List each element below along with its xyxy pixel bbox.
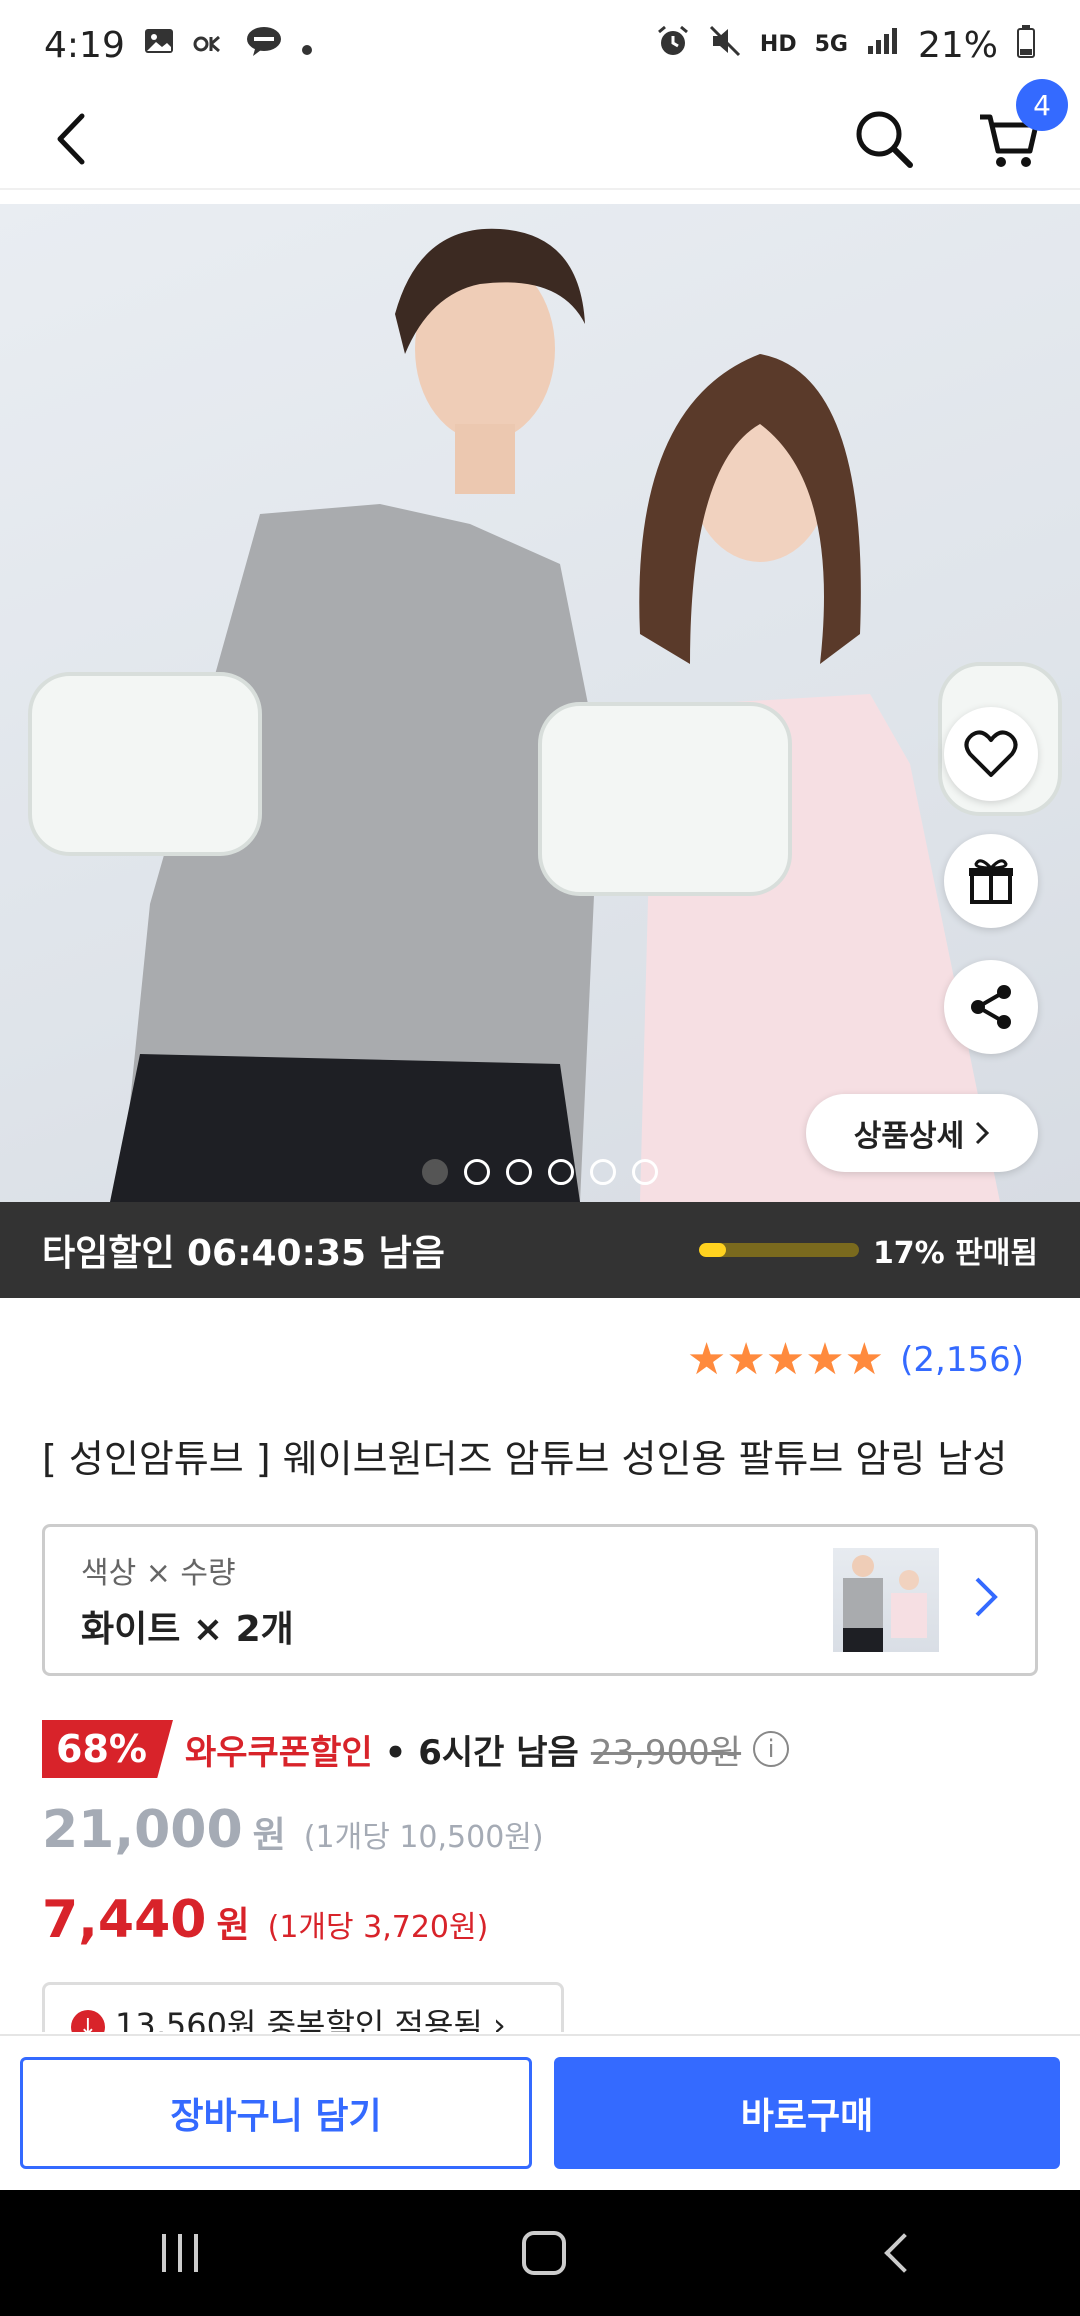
review-count[interactable]: (2,156) [900, 1340, 1024, 1380]
gallery-notification-icon [143, 25, 175, 65]
product-detail-label: 상품상세 [853, 1119, 965, 1154]
search-button[interactable] [852, 107, 916, 171]
star-icon: ★ [844, 1334, 885, 1385]
carousel-dot[interactable] [548, 1159, 574, 1185]
option-thumbnail-image [843, 1555, 927, 1652]
coupon-name: 와우쿠폰할인 [184, 1732, 373, 1773]
add-to-cart-button[interactable]: 장바구니 담기 [20, 2057, 532, 2169]
star-rating: ★★★★★ [687, 1338, 884, 1382]
final-price-unit: 원 [216, 1905, 250, 1946]
carousel-dot[interactable] [632, 1159, 658, 1185]
sale-price-unit: 원 [252, 1815, 286, 1856]
alarm-icon [656, 24, 690, 66]
search-icon [856, 111, 913, 168]
carousel-dots [0, 1159, 1080, 1185]
share-button[interactable] [944, 960, 1038, 1054]
sales-progress-bar [698, 1243, 859, 1257]
more-notifications-dot-icon [301, 26, 313, 64]
header-actions: 4 [852, 79, 1068, 171]
app-header: 4 [0, 79, 1080, 190]
chevron-right-icon [973, 1568, 999, 1633]
sale-price-row: 21,000 원 (1개당 10,500원) [42, 1800, 544, 1860]
carousel-dot[interactable] [506, 1159, 532, 1185]
signal-icon [866, 26, 900, 64]
product-photo [28, 228, 1062, 1202]
option-thumbnail [833, 1548, 939, 1652]
option-text: 색상 × 수량 화이트 × 2개 [81, 1548, 833, 1652]
back-button[interactable] [40, 107, 104, 171]
purchase-action-bar: 장바구니 담기 바로구매 [0, 2034, 1080, 2190]
battery-icon [1016, 24, 1036, 66]
product-image-carousel[interactable]: 상품상세 [0, 204, 1080, 1202]
discount-rate-badge: 68% [42, 1720, 173, 1778]
share-icon [971, 985, 1011, 1029]
heart-icon [964, 730, 1018, 777]
status-left: 4:19 [44, 25, 313, 66]
recent-apps-button[interactable] [162, 2234, 198, 2272]
hd-voice-indicator: HD [759, 32, 797, 57]
system-navigation-bar [0, 2190, 1080, 2316]
final-price-per-unit: (1개당 3,720원) [267, 1910, 489, 1945]
wishlist-button[interactable] [944, 707, 1038, 801]
time-sale-bar: 타임할인 06:40:35 남음 17% 판매됨 [0, 1202, 1080, 1298]
star-icon: ★ [765, 1334, 806, 1385]
rating-summary[interactable]: ★★★★★ (2,156) [687, 1338, 1024, 1382]
carousel-dot[interactable] [590, 1159, 616, 1185]
coupon-time-remaining: • 6시간 남음 [384, 1732, 579, 1773]
star-icon: ★ [686, 1334, 727, 1385]
chevron-left-icon [57, 113, 85, 165]
chevron-right-icon [976, 1121, 990, 1145]
info-icon[interactable]: i [753, 1731, 790, 1767]
star-icon: ★ [726, 1334, 766, 1385]
star-icon: ★ [805, 1334, 845, 1385]
clock: 4:19 [44, 24, 125, 66]
ok-cashbag-notification-icon [193, 26, 227, 64]
mute-icon [708, 24, 742, 66]
cart-count-badge: 4 [1016, 79, 1068, 131]
final-price: 7,440 [42, 1890, 207, 1950]
sales-progress: 17% 판매됨 [698, 1228, 1038, 1272]
kakaotalk-notification-icon [245, 25, 283, 65]
coupon-discount-row: 68% 와우쿠폰할인 • 6시간 남음 23,900원 i [42, 1720, 790, 1778]
duplicate-discount-text: 13,560원 중복할인 적용됨 › [115, 2006, 506, 2032]
cart-button[interactable]: 4 [976, 79, 1068, 171]
down-arrow-icon: ↓ [71, 2010, 105, 2032]
status-bar: 4:19 HD 5G 21% [0, 0, 1080, 90]
carousel-dot[interactable] [464, 1159, 490, 1185]
gift-button[interactable] [944, 834, 1038, 928]
option-label: 색상 × 수량 [81, 1556, 236, 1591]
product-title: [ 성인암튜브 ] 웨이브원더즈 암튜브 성인용 팔튜브 암링 남성 [42, 1437, 1008, 1481]
original-price: 23,900원 [590, 1732, 742, 1773]
sale-price: 21,000 [42, 1800, 243, 1860]
gift-icon [969, 859, 1013, 904]
duplicate-discount-box[interactable]: ↓ 13,560원 중복할인 적용됨 › [42, 1982, 564, 2032]
carousel-dot[interactable] [422, 1159, 448, 1185]
option-value: 화이트 × 2개 [81, 1609, 294, 1650]
5g-indicator: 5G [814, 32, 848, 57]
battery-percent: 21% [917, 24, 998, 66]
option-selector[interactable]: 색상 × 수량 화이트 × 2개 [42, 1524, 1038, 1676]
home-button[interactable] [522, 2231, 566, 2275]
sale-price-per-unit: (1개당 10,500원) [303, 1820, 544, 1855]
time-sale-countdown: 타임할인 06:40:35 남음 [42, 1233, 445, 1274]
sales-progress-fill [698, 1243, 727, 1257]
final-price-row: 7,440 원 (1개당 3,720원) [42, 1890, 488, 1950]
status-right: HD 5G 21% [656, 24, 1036, 66]
sold-percent-text: 17% 판매됨 [872, 1236, 1038, 1271]
buy-now-button[interactable]: 바로구매 [554, 2057, 1060, 2169]
system-back-button[interactable] [884, 2233, 924, 2273]
